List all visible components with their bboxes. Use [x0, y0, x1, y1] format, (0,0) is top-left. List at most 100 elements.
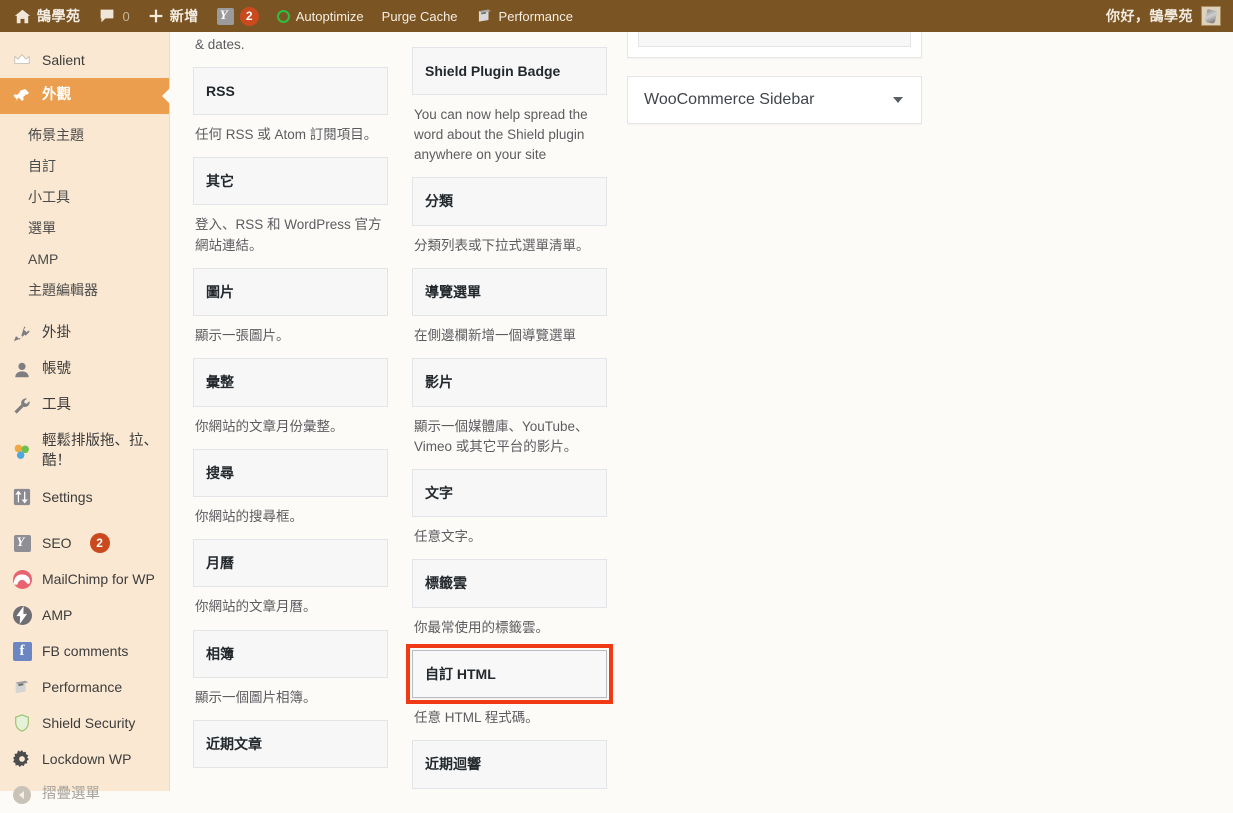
sidebar-label-fb-comments: FB comments: [42, 642, 128, 661]
widget-description-calendar: 你網站的文章月曆。: [193, 587, 388, 629]
performance-book-icon: [476, 8, 493, 24]
shield-icon: [12, 713, 32, 733]
widget-card-video[interactable]: 影片: [412, 358, 607, 406]
widget-block-text: 文字 任意文字。: [412, 469, 607, 559]
submenu-item-themes[interactable]: 佈景主題: [0, 120, 169, 151]
submenu-item-theme-editor[interactable]: 主題編輯器: [0, 275, 169, 306]
sidebar-label-amp: AMP: [42, 606, 72, 625]
widget-card-custom-html[interactable]: 自訂 HTML: [412, 650, 607, 698]
sidebar-label-settings: Settings: [42, 488, 93, 507]
woocommerce-sidebar-select[interactable]: WooCommerce Sidebar: [627, 76, 922, 124]
adminbar-my-account[interactable]: 你好，鵠學苑: [1106, 6, 1233, 26]
sidebar-item-collapse-menu[interactable]: 摺疊選單: [0, 777, 169, 813]
appearance-submenu: 佈景主題 自訂 小工具 選單 AMP 主題編輯器: [0, 114, 169, 316]
user-icon: [12, 360, 32, 380]
plugin-icon: [12, 324, 32, 344]
widget-description-search: 你網站的搜尋框。: [193, 497, 388, 539]
widget-block-archives: 彙整 你網站的文章月份彙整。: [193, 358, 388, 448]
dragged-widget-card[interactable]: 自訂 HTML: [638, 32, 911, 47]
sidebar-item-amp[interactable]: AMP: [0, 597, 169, 633]
crown-icon: [12, 50, 32, 70]
widget-description: The most recent projects on your site.: [412, 32, 607, 47]
widget-block-video: 影片 顯示一個媒體庫、YouTube、Vimeo 或其它平台的影片。: [412, 358, 607, 469]
adminbar-performance[interactable]: Performance: [467, 0, 582, 32]
widget-column-2: The most recent projects on your site. S…: [412, 32, 607, 789]
sidebar-item-tools[interactable]: 工具: [0, 388, 169, 424]
sidebar-label-page-builder: 輕鬆排版拖、拉、酷！: [42, 432, 169, 471]
widget-card-shield-plugin-badge[interactable]: Shield Plugin Badge: [412, 47, 607, 95]
widget-card-nav-menu[interactable]: 導覽選單: [412, 268, 607, 316]
sidebar-label-lockdown-wp: Lockdown WP: [42, 750, 131, 769]
widget-description-archives: 你網站的文章月份彙整。: [193, 407, 388, 449]
submenu-item-widgets[interactable]: 小工具: [0, 182, 169, 213]
gear-icon: [12, 749, 32, 769]
admin-sidebar-menu: Salient 外觀 佈景主題 自訂 小工具 選單 AMP 主題編輯器 外掛 帳…: [0, 32, 170, 791]
collapse-icon: [12, 785, 32, 805]
widget-block: The most recent projects on your site.: [412, 32, 607, 47]
sidebar-item-settings[interactable]: Settings: [0, 479, 169, 515]
sidebar-item-lockdown-wp[interactable]: Lockdown WP: [0, 741, 169, 777]
submenu-item-customize[interactable]: 自訂: [0, 151, 169, 182]
sidebar-item-mailchimp[interactable]: MailChimp for WP: [0, 561, 169, 597]
widget-card-rss[interactable]: RSS: [193, 67, 388, 115]
widget-card-meta[interactable]: 其它: [193, 157, 388, 205]
adminbar-site-name[interactable]: 鵠學苑: [0, 0, 90, 32]
widget-card-recent-posts[interactable]: 近期文章: [193, 720, 388, 768]
widget-block-recent-comments: 近期迴響: [412, 740, 607, 788]
adminbar-autoptimize[interactable]: Autoptimize: [268, 0, 373, 32]
widgets-page-content: The most recent posts on your site, incl…: [171, 32, 1233, 791]
widget-block-meta: 其它 登入、RSS 和 WordPress 官方網站連結。: [193, 157, 388, 268]
sidebar-item-page-builder[interactable]: 輕鬆排版拖、拉、酷！: [0, 424, 169, 479]
widget-card-image[interactable]: 圖片: [193, 268, 388, 316]
submenu-item-amp[interactable]: AMP: [0, 244, 169, 275]
performance-label: Performance: [499, 9, 573, 24]
widget-description-text: 任意文字。: [412, 517, 607, 559]
widget-column-1: The most recent posts on your site, incl…: [193, 32, 388, 768]
facebook-icon: f: [12, 641, 32, 661]
widget-description-rss: 任何 RSS 或 Atom 訂閱項目。: [193, 115, 388, 157]
sidebar-item-fb-comments[interactable]: f FB comments: [0, 633, 169, 669]
adminbar-new-content[interactable]: 新增: [139, 0, 208, 32]
autoptimize-circle-icon: [277, 10, 290, 23]
plus-icon: [148, 8, 164, 24]
sidebar-item-users[interactable]: 帳號: [0, 352, 169, 388]
sidebar-item-salient[interactable]: Salient: [0, 42, 169, 78]
widget-block-categories: 分類 分類列表或下拉式選單清單。: [412, 177, 607, 267]
yoast-icon: [217, 8, 234, 25]
sidebar-item-shield-security[interactable]: Shield Security: [0, 705, 169, 741]
sidebar-item-performance[interactable]: Performance: [0, 669, 169, 705]
chevron-down-icon: [893, 97, 903, 103]
sidebar-drop-area: 自訂 HTML WooCommerce Sidebar: [627, 32, 922, 124]
widget-card-text[interactable]: 文字: [412, 469, 607, 517]
widget-card-tag-cloud[interactable]: 標籤雲: [412, 559, 607, 607]
sidebar-label-mailchimp: MailChimp for WP: [42, 570, 155, 589]
widget-block-shield-plugin-badge: Shield Plugin Badge You can now help spr…: [412, 47, 607, 178]
sidebar-label-users: 帳號: [42, 360, 71, 380]
widget-block-search: 搜尋 你網站的搜尋框。: [193, 449, 388, 539]
sidebar-panel-active[interactable]: 自訂 HTML: [627, 32, 922, 58]
widget-description-meta: 登入、RSS 和 WordPress 官方網站連結。: [193, 205, 388, 268]
widget-card-calendar[interactable]: 月曆: [193, 539, 388, 587]
widget-card-categories[interactable]: 分類: [412, 177, 607, 225]
sidebar-item-appearance[interactable]: 外觀: [0, 78, 169, 114]
adminbar-comments[interactable]: 0: [90, 0, 139, 32]
sidebar-item-plugins[interactable]: 外掛: [0, 316, 169, 352]
adminbar-purge-cache[interactable]: Purge Cache: [373, 0, 467, 32]
mailchimp-icon: [12, 569, 32, 589]
sidebar-label-tools: 工具: [42, 396, 71, 416]
submenu-item-menus[interactable]: 選單: [0, 213, 169, 244]
puzzle-icon: [12, 442, 32, 462]
widget-card-archives[interactable]: 彙整: [193, 358, 388, 406]
widget-block-image: 圖片 顯示一張圖片。: [193, 268, 388, 358]
sidebar-label-seo: SEO: [42, 534, 72, 553]
widget-description-nav-menu: 在側邊欄新增一個導覽選單: [412, 316, 607, 358]
widget-description-shield-plugin-badge: You can now help spread the word about t…: [412, 95, 607, 178]
widget-block-calendar: 月曆 你網站的文章月曆。: [193, 539, 388, 629]
sidebar-item-seo[interactable]: SEO 2: [0, 525, 169, 561]
widget-card-gallery[interactable]: 相簿: [193, 630, 388, 678]
widget-card-search[interactable]: 搜尋: [193, 449, 388, 497]
widget-description-image: 顯示一張圖片。: [193, 316, 388, 358]
adminbar-seo[interactable]: 2: [208, 0, 268, 32]
appearance-pin-icon: [12, 86, 32, 106]
widget-card-recent-comments[interactable]: 近期迴響: [412, 740, 607, 788]
